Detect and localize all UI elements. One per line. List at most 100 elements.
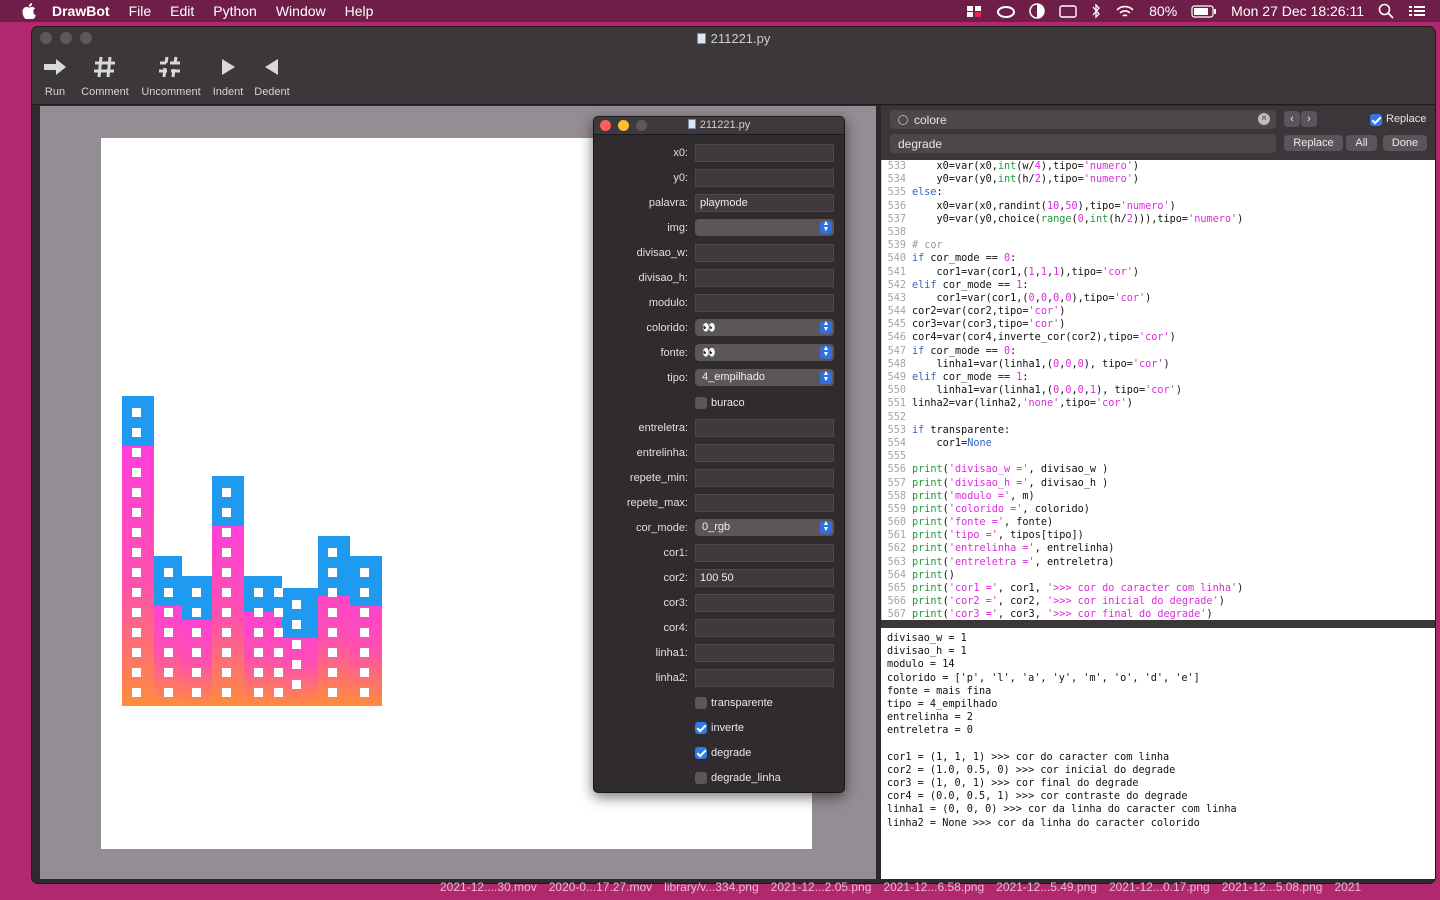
code-line[interactable]: 562 print('entrelinha =', entrelinha) [882, 542, 1435, 555]
repete-max-input[interactable] [695, 494, 834, 512]
code-line[interactable]: 558 print('modulo =', m) [882, 490, 1435, 503]
replace-input[interactable]: degrade [890, 134, 1276, 153]
desktop-file-label[interactable]: 2021 [1334, 880, 1361, 894]
clock[interactable]: Mon 27 Dec 18:26:11 [1231, 3, 1364, 19]
transparente-checkbox[interactable] [695, 697, 707, 709]
code-line[interactable]: 552 [882, 411, 1435, 424]
code-line[interactable]: 540 if cor_mode == 0: [882, 252, 1435, 265]
code-line[interactable]: 548 linha1=var(linha1,(0,0,0), tipo='cor… [882, 358, 1435, 371]
code-editor[interactable]: 533 x0=var(x0,int(w/4),tipo='numero') 534… [881, 160, 1435, 620]
palavra-input[interactable]: playmode [695, 194, 834, 212]
entreletra-input[interactable] [695, 419, 834, 437]
desktop-file-label[interactable]: 2021-12...5.08.png [1222, 880, 1323, 894]
replace-all-button[interactable]: All [1346, 135, 1377, 151]
code-line[interactable]: 535 else: [882, 186, 1435, 199]
spotlight-icon[interactable] [1378, 3, 1394, 19]
code-line[interactable]: 559 print('colorido =', colorido) [882, 503, 1435, 516]
desktop-file-label[interactable]: 2021-12...0.17.png [1109, 880, 1210, 894]
notification-center-icon[interactable] [1408, 4, 1426, 18]
code-line[interactable]: 550 linha1=var(linha1,(0,0,0,1), tipo='c… [882, 384, 1435, 397]
code-line[interactable]: 556 print('divisao_w =', divisao_w ) [882, 463, 1435, 476]
appearance-icon[interactable] [1029, 3, 1045, 19]
desktop-file-label[interactable]: 2021-12...6.58.png [883, 880, 984, 894]
inverte-checkbox[interactable] [695, 722, 707, 734]
code-line[interactable]: 533 x0=var(x0,int(w/4),tipo='numero') [882, 160, 1435, 173]
battery-icon[interactable] [1191, 4, 1217, 18]
degrade-linha-checkbox[interactable] [695, 772, 707, 784]
dedent-button[interactable]: Dedent [252, 53, 292, 98]
find-field-container[interactable]: colore × [890, 110, 1276, 129]
find-input[interactable]: colore [914, 113, 947, 127]
repete-min-input[interactable] [695, 469, 834, 487]
tipo-select[interactable]: 4_empilhado ▲ ▼ [695, 369, 834, 386]
fonte-select[interactable]: 👀 ▲ ▼ [695, 344, 834, 361]
run-button[interactable]: Run [40, 53, 70, 98]
uncomment-button[interactable]: Uncomment [138, 53, 204, 98]
code-line[interactable]: 560 print('fonte =', fonte) [882, 516, 1435, 529]
code-line[interactable]: 549 elif cor_mode == 1: [882, 371, 1435, 384]
code-line[interactable]: 565 print('cor1 =', cor1, '>>> cor do car… [882, 582, 1435, 595]
colorido-select[interactable]: 👀 ▲ ▼ [695, 319, 834, 336]
divisao-h-input[interactable] [695, 269, 834, 287]
replace-checkbox[interactable] [1370, 114, 1382, 126]
cor2-input[interactable]: 100 50 [695, 569, 834, 587]
buraco-checkbox[interactable] [695, 397, 707, 409]
y0-input[interactable] [695, 169, 834, 187]
desktop-file-label[interactable]: 2020-0...17.27.mov [549, 880, 652, 894]
linha2-input[interactable] [695, 669, 834, 687]
dropbox-icon[interactable] [965, 4, 983, 18]
output-console[interactable]: divisao_w = 1 divisao_h = 1 modulo = 14 col… [881, 628, 1435, 879]
cor4-input[interactable] [695, 619, 834, 637]
desktop-file-label[interactable]: 2021-12...5.49.png [996, 880, 1097, 894]
code-line[interactable]: 555 [882, 450, 1435, 463]
code-line[interactable]: 566 print('cor2 =', cor2, '>>> cor inicia… [882, 595, 1435, 608]
code-line[interactable]: 553 if transparente: [882, 424, 1435, 437]
code-line[interactable]: 543 cor1=var(cor1,(0,0,0,0),tipo='cor') [882, 292, 1435, 305]
code-line[interactable]: 545 cor3=var(cor3,tipo='cor') [882, 318, 1435, 331]
previous-match-button[interactable]: ‹ [1284, 111, 1300, 127]
menu-edit[interactable]: Edit [170, 3, 194, 19]
code-line[interactable]: 567 print('cor3 =', cor3, '>>> cor final … [882, 608, 1435, 620]
menu-python[interactable]: Python [213, 3, 257, 19]
code-line[interactable]: 534 y0=var(y0,int(h/2),tipo='numero') [882, 173, 1435, 186]
bluetooth-icon[interactable] [1091, 3, 1101, 19]
cor-mode-select[interactable]: 0_rgb ▲ ▼ [695, 519, 834, 536]
code-line[interactable]: 536 x0=var(x0,randint(10,50),tipo='numer… [882, 200, 1435, 213]
code-line[interactable]: 547 if cor_mode == 0: [882, 345, 1435, 358]
desktop-file-label[interactable]: 2021-12....30.mov [440, 880, 537, 894]
apple-logo-icon[interactable] [20, 3, 38, 19]
wifi-icon[interactable] [1115, 4, 1135, 19]
code-line[interactable]: 537 y0=var(y0,choice(range(0,int(h/2))),… [882, 213, 1435, 226]
degrade-checkbox[interactable] [695, 747, 707, 759]
entrelinha-input[interactable] [695, 444, 834, 462]
code-line[interactable]: 557 print('divisao_h =', divisao_h ) [882, 477, 1435, 490]
modulo-input[interactable] [695, 294, 834, 312]
indent-button[interactable]: Indent [210, 53, 246, 98]
menu-file[interactable]: File [129, 3, 152, 19]
desktop-file-label[interactable]: library/v...334.png [664, 880, 759, 894]
code-line[interactable]: 538 [882, 226, 1435, 239]
menu-window[interactable]: Window [276, 3, 326, 19]
code-line[interactable]: 563 print('entreletra =', entreletra) [882, 556, 1435, 569]
menu-help[interactable]: Help [345, 3, 374, 19]
desktop-file-label[interactable]: 2021-12...2.05.png [771, 880, 872, 894]
divisao-w-input[interactable] [695, 244, 834, 262]
code-line[interactable]: 542 elif cor_mode == 1: [882, 279, 1435, 292]
linha1-input[interactable] [695, 644, 834, 662]
done-button[interactable]: Done [1383, 135, 1427, 151]
code-line[interactable]: 541 cor1=var(cor1,(1,1,1),tipo='cor') [882, 266, 1435, 279]
code-line[interactable]: 539 # cor [882, 239, 1435, 252]
code-line[interactable]: 554 cor1=None [882, 437, 1435, 450]
code-line[interactable]: 546 cor4=var(cor4,inverte_cor(cor2),tipo=… [882, 331, 1435, 344]
next-match-button[interactable]: › [1301, 111, 1317, 127]
img-select[interactable]: ▲ ▼ [695, 219, 834, 236]
horizontal-splitter[interactable] [881, 620, 1435, 628]
clear-search-icon[interactable]: × [1258, 113, 1270, 125]
code-line[interactable]: 564 print() [882, 569, 1435, 582]
x0-input[interactable] [695, 144, 834, 162]
replace-button[interactable]: Replace [1284, 135, 1343, 151]
cor3-input[interactable] [695, 594, 834, 612]
menu-app[interactable]: DrawBot [52, 3, 110, 19]
code-line[interactable]: 561 print('tipo =', tipos[tipo]) [882, 529, 1435, 542]
code-line[interactable]: 551 linha2=var(linha2,'none',tipo='cor') [882, 397, 1435, 410]
